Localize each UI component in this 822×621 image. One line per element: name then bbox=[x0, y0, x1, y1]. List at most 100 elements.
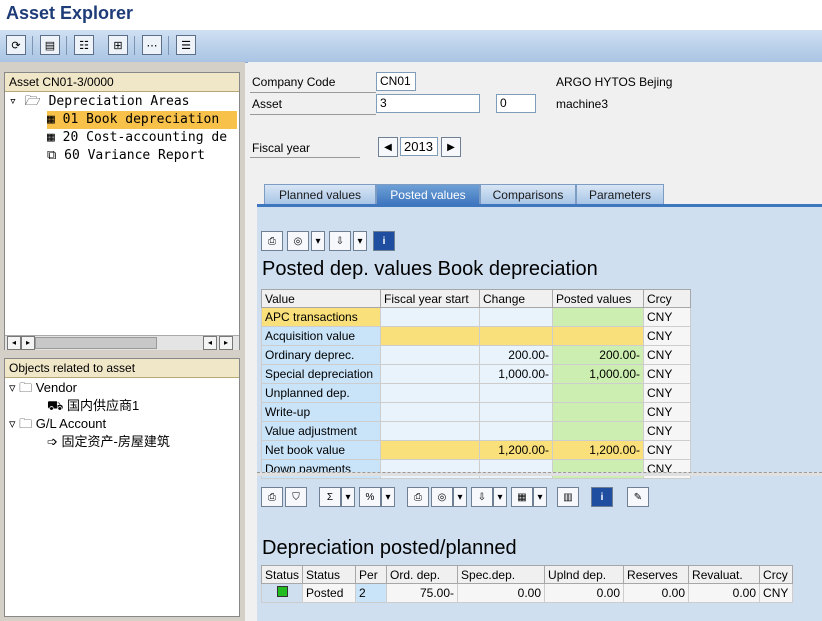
dropdown-icon[interactable]: ▾ bbox=[493, 487, 507, 507]
asset-subnumber-field[interactable]: 0 bbox=[496, 94, 536, 113]
posted-value-cell[interactable]: 1,200.00- bbox=[552, 440, 644, 460]
list-icon[interactable]: ☰ bbox=[176, 35, 196, 55]
scroll-right-icon[interactable]: ▸ bbox=[219, 336, 233, 350]
collapse-arrow-icon[interactable]: ▿ bbox=[9, 94, 17, 109]
hierarchy-icon[interactable]: ☷ bbox=[74, 35, 94, 55]
column-header[interactable]: Status bbox=[260, 565, 304, 584]
scroll-right-icon[interactable]: ▸ bbox=[21, 336, 35, 350]
fiscal-year-start-cell[interactable] bbox=[380, 307, 480, 327]
column-header[interactable]: Revaluat. bbox=[688, 565, 761, 584]
layout-icon[interactable]: ▦ bbox=[511, 487, 533, 507]
table-row[interactable]: Posted 2 75.00- 0.00 0.00 0.00 0.00 CNY bbox=[260, 583, 794, 603]
column-header[interactable]: Crcy bbox=[759, 565, 794, 584]
subtotal-icon[interactable]: % bbox=[359, 487, 381, 507]
collapse-arrow-icon[interactable]: ▿ bbox=[9, 416, 16, 431]
document-icon[interactable]: ▤ bbox=[40, 35, 60, 55]
posted-value-cell[interactable] bbox=[552, 383, 644, 403]
dropdown-icon[interactable]: ▾ bbox=[381, 487, 395, 507]
table-row[interactable]: Special depreciation 1,000.00- 1,000.00- CN… bbox=[261, 364, 691, 384]
column-header[interactable]: Crcy bbox=[643, 289, 691, 308]
next-year-button[interactable]: ▶ bbox=[441, 137, 461, 157]
table-row[interactable]: Ordinary deprec. 200.00- 200.00- CNY bbox=[261, 345, 691, 365]
value-label-cell[interactable]: Unplanned dep. bbox=[261, 383, 381, 403]
print-preview-icon[interactable]: ⎙ bbox=[407, 487, 429, 507]
table-row[interactable]: Value adjustment CNY bbox=[261, 421, 691, 441]
value-label-cell[interactable]: Ordinary deprec. bbox=[261, 345, 381, 365]
print-icon[interactable]: ⎙ bbox=[261, 487, 283, 507]
refresh-icon[interactable]: ⟳ bbox=[6, 35, 26, 55]
column-header[interactable]: Fiscal year start bbox=[380, 289, 480, 308]
print-icon[interactable]: ⎙ bbox=[261, 231, 283, 251]
change-cell[interactable] bbox=[479, 307, 553, 327]
tab-comparisons[interactable]: Comparisons bbox=[480, 184, 576, 204]
change-cell[interactable]: 1,000.00- bbox=[479, 364, 553, 384]
status-text-cell[interactable]: Posted bbox=[302, 583, 357, 603]
change-cell[interactable] bbox=[479, 383, 553, 403]
currency-cell[interactable]: CNY bbox=[643, 326, 691, 346]
fiscal-year-field[interactable]: 2013 bbox=[400, 137, 438, 156]
tab-planned-values[interactable]: Planned values bbox=[264, 184, 376, 204]
column-header[interactable]: Status bbox=[302, 565, 357, 584]
posted-value-cell[interactable]: 1,000.00- bbox=[552, 364, 644, 384]
change-cell[interactable] bbox=[479, 402, 553, 422]
company-code-field[interactable]: CN01 bbox=[376, 72, 416, 91]
splitter[interactable] bbox=[257, 472, 822, 476]
dropdown-icon[interactable]: ▾ bbox=[311, 231, 325, 251]
value-label-cell[interactable]: Acquisition value bbox=[261, 326, 381, 346]
group-vendor[interactable]: ▿ 🗀 Vendor bbox=[9, 379, 77, 397]
tree-item-book-depreciation[interactable]: ▦ 01 Book depreciation bbox=[47, 111, 237, 129]
fiscal-year-start-cell[interactable] bbox=[380, 383, 480, 403]
currency-cell[interactable]: CNY bbox=[643, 440, 691, 460]
asset-number-field[interactable]: 3 bbox=[376, 94, 480, 113]
value-label-cell[interactable]: Write-up bbox=[261, 402, 381, 422]
period-cell[interactable]: 2 bbox=[355, 583, 388, 603]
table-row[interactable]: APC transactions CNY bbox=[261, 307, 691, 327]
column-header[interactable]: Change bbox=[479, 289, 553, 308]
fiscal-year-start-cell[interactable] bbox=[380, 364, 480, 384]
column-header[interactable]: Ord. dep. bbox=[386, 565, 459, 584]
posted-value-cell[interactable] bbox=[552, 307, 644, 327]
column-header[interactable]: Reserves bbox=[623, 565, 690, 584]
view-icon[interactable]: ◎ bbox=[287, 231, 309, 251]
fiscal-year-start-cell[interactable] bbox=[380, 402, 480, 422]
uplnd-dep-cell[interactable]: 0.00 bbox=[544, 583, 625, 603]
horizontal-scrollbar[interactable]: ◂ ▸ ◂ ▸ bbox=[5, 335, 239, 350]
vendor-item[interactable]: ⛟ 国内供应商1 bbox=[47, 397, 139, 415]
table-row[interactable]: Acquisition value CNY bbox=[261, 326, 691, 346]
change-cell[interactable]: 200.00- bbox=[479, 345, 553, 365]
table-row[interactable]: Write-up CNY bbox=[261, 402, 691, 422]
column-header[interactable]: Posted values bbox=[552, 289, 644, 308]
info-icon[interactable]: i bbox=[591, 487, 613, 507]
table-row[interactable]: Unplanned dep. CNY bbox=[261, 383, 691, 403]
value-label-cell[interactable]: Value adjustment bbox=[261, 421, 381, 441]
filter-icon[interactable]: ⛉ bbox=[285, 487, 307, 507]
scroll-thumb[interactable] bbox=[35, 337, 157, 349]
scroll-left-icon[interactable]: ◂ bbox=[7, 336, 21, 350]
revaluation-cell[interactable]: 0.00 bbox=[688, 583, 761, 603]
value-label-cell[interactable]: Net book value bbox=[261, 440, 381, 460]
currency-cell[interactable]: CNY bbox=[643, 345, 691, 365]
spec-dep-cell[interactable]: 0.00 bbox=[457, 583, 546, 603]
note-icon[interactable]: ✎ bbox=[627, 487, 649, 507]
column-header[interactable]: Spec.dep. bbox=[457, 565, 546, 584]
previous-year-button[interactable]: ◀ bbox=[378, 137, 398, 157]
posted-value-cell[interactable] bbox=[552, 421, 644, 441]
currency-cell[interactable]: CNY bbox=[643, 402, 691, 422]
tree-item-cost-accounting[interactable]: ▦ 20 Cost-accounting de bbox=[47, 129, 237, 147]
fiscal-year-start-cell[interactable] bbox=[380, 421, 480, 441]
table-row[interactable]: Net book value 1,200.00- 1,200.00- CNY bbox=[261, 440, 691, 460]
fiscal-year-start-cell[interactable] bbox=[380, 440, 480, 460]
posted-value-cell[interactable] bbox=[552, 326, 644, 346]
tab-posted-values[interactable]: Posted values bbox=[376, 184, 480, 204]
fiscal-year-start-cell[interactable] bbox=[380, 345, 480, 365]
dropdown-icon[interactable]: ▾ bbox=[533, 487, 547, 507]
fiscal-year-start-cell[interactable] bbox=[380, 326, 480, 346]
currency-cell[interactable]: CNY bbox=[643, 421, 691, 441]
change-cell[interactable]: 1,200.00- bbox=[479, 440, 553, 460]
value-label-cell[interactable]: Special depreciation bbox=[261, 364, 381, 384]
export-icon[interactable]: ⇩ bbox=[329, 231, 351, 251]
tree-root[interactable]: ▿ 🗁 Depreciation Areas bbox=[9, 93, 190, 111]
column-header[interactable]: Per bbox=[355, 565, 388, 584]
value-label-cell[interactable]: APC transactions bbox=[261, 307, 381, 327]
tree-item-variance-report[interactable]: ⧉ 60 Variance Report bbox=[47, 147, 205, 165]
